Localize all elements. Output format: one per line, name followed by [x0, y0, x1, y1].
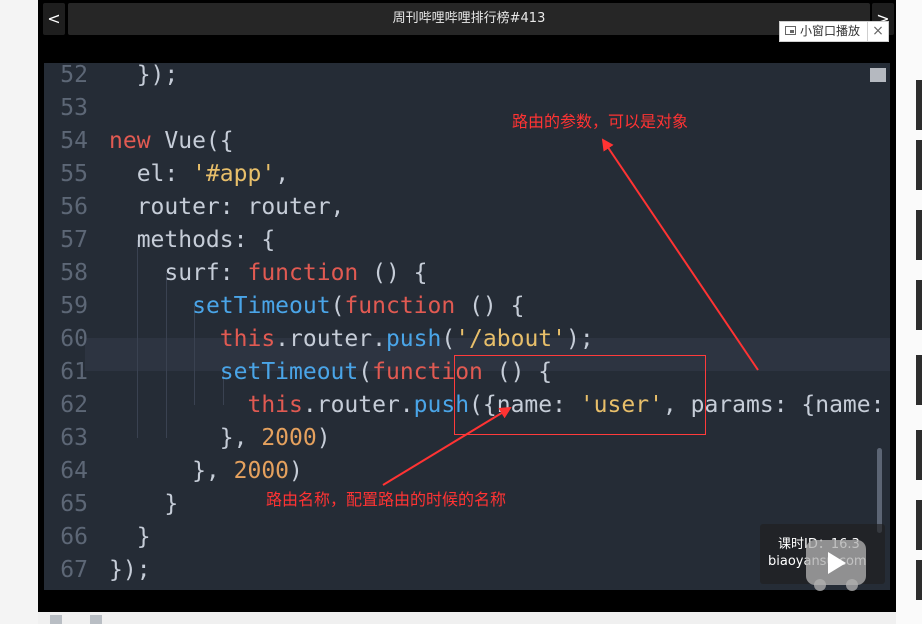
mini-player-label: 小窗口播放: [800, 24, 861, 38]
sidebar-thumbnail[interactable]: [916, 355, 922, 405]
play-icon[interactable]: [806, 540, 866, 591]
sidebar-thumbnail[interactable]: [916, 280, 922, 330]
sidebar-thumbnail[interactable]: [916, 210, 922, 260]
sidebar-thumbnail[interactable]: [916, 430, 922, 480]
sidebar-thumbnail[interactable]: [916, 560, 922, 600]
name-arrow: [382, 406, 512, 486]
sidebar-thumbnail[interactable]: [916, 80, 922, 130]
params-annotation: 路由的参数，可以是对象: [512, 112, 689, 131]
play-button-icon[interactable]: [50, 615, 62, 624]
name-annotation: 路由名称，配置路由的时候的名称: [266, 490, 507, 509]
params-arrow: [601, 138, 759, 371]
badge-dot: [814, 579, 826, 591]
mini-player-button[interactable]: 小窗口播放: [780, 22, 866, 41]
badge-dot: [846, 579, 858, 591]
mini-player-bar: 小窗口播放 ×: [779, 21, 889, 42]
next-button-icon[interactable]: [90, 615, 102, 624]
mini-window-icon: [785, 26, 796, 35]
player-control-bar: [38, 612, 896, 624]
mini-player-close-button[interactable]: ×: [867, 22, 888, 41]
sidebar-thumbnail[interactable]: [916, 500, 922, 550]
sidebar-thumbnail[interactable]: [916, 140, 922, 190]
